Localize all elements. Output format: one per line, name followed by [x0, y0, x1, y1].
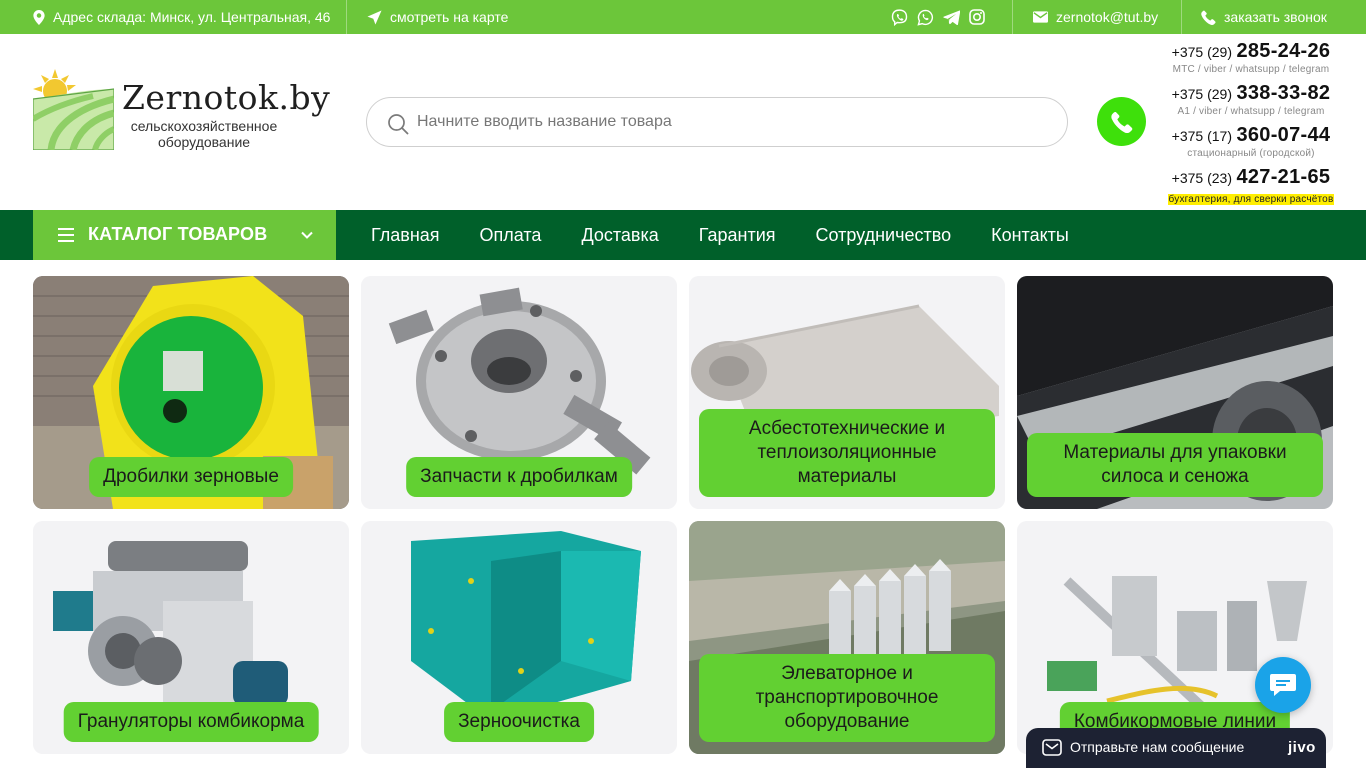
phone-prefix: +375 (23): [1171, 170, 1232, 186]
call-button[interactable]: [1097, 97, 1146, 146]
phone-number[interactable]: 427-21-65: [1236, 166, 1330, 188]
category-label: Элеваторное и транспортировочное оборудо…: [699, 654, 995, 742]
category-label: Запчасти к дробилкам: [406, 457, 632, 497]
category-card-feed-lines[interactable]: Комбикормовые линии: [1017, 521, 1333, 754]
nav-link-payment[interactable]: Оплата: [460, 210, 562, 260]
whatsapp-icon[interactable]: [916, 8, 934, 26]
email-link[interactable]: zernotok@tut.by: [1033, 0, 1158, 34]
category-card-asbestos-materials[interactable]: Асбестотехнические и теплоизоляционные м…: [689, 276, 1005, 509]
callback-label[interactable]: заказать звонок: [1224, 9, 1327, 25]
jivo-message[interactable]: Отправьте нам сообщение: [1070, 739, 1244, 755]
phone-accounting[interactable]: +375 (23) 427-21-65 бухгалтерия, для све…: [1160, 166, 1342, 207]
phone-number[interactable]: 285-24-26: [1236, 40, 1330, 62]
catalog-label: КАТАЛОГ ТОВАРОВ: [88, 224, 268, 244]
warehouse-address: Адрес склада: Минск, ул. Центральная, 46: [33, 0, 330, 34]
category-card-elevator-equipment[interactable]: Элеваторное и транспортировочное оборудо…: [689, 521, 1005, 754]
phone-landline[interactable]: +375 (17) 360-07-44 стационарный (городс…: [1160, 124, 1342, 159]
phone-prefix: +375 (29): [1171, 44, 1232, 60]
phone-prefix: +375 (29): [1171, 86, 1232, 102]
category-label: Дробилки зерновые: [89, 457, 293, 497]
nav-link-contacts[interactable]: Контакты: [971, 210, 1089, 260]
nav-link-delivery[interactable]: Доставка: [561, 210, 678, 260]
phone-number[interactable]: 338-33-82: [1236, 82, 1330, 104]
email-text[interactable]: zernotok@tut.by: [1056, 9, 1158, 25]
nav-links: Главная Оплата Доставка Гарантия Сотрудн…: [351, 210, 1089, 260]
address-text: Адрес склада: Минск, ул. Центральная, 46: [53, 9, 331, 25]
jivo-chat-bar[interactable]: Отправьте нам сообщение jivo: [1026, 728, 1326, 768]
category-label: Грануляторы комбикорма: [63, 702, 319, 742]
search-icon[interactable]: [387, 113, 409, 135]
catalog-button[interactable]: КАТАЛОГ ТОВАРОВ: [33, 210, 336, 260]
telegram-icon[interactable]: [942, 8, 960, 26]
envelope-icon: [1033, 11, 1048, 23]
phone-icon: [1201, 10, 1216, 25]
menu-icon: [58, 228, 74, 242]
phone-icon: [1110, 111, 1132, 133]
callback-link[interactable]: заказать звонок: [1201, 0, 1327, 34]
nav-link-cooperation[interactable]: Сотрудничество: [796, 210, 972, 260]
search-box: [366, 97, 1068, 147]
chat-open-button[interactable]: [1255, 657, 1311, 713]
phone-a1[interactable]: +375 (29) 338-33-82 A1 / viber / whatsup…: [1160, 82, 1342, 117]
topbar-divider: [1012, 0, 1013, 34]
search-input[interactable]: [417, 98, 1047, 146]
category-card-feed-granulators[interactable]: Грануляторы комбикорма: [33, 521, 349, 754]
phone-prefix: +375 (17): [1171, 128, 1232, 144]
jivo-logo: jivo: [1288, 739, 1316, 756]
category-card-grain-cleaning[interactable]: Зерноочистка: [361, 521, 677, 754]
category-card-silage-packaging[interactable]: Материалы для упаковки силоса и сеножа: [1017, 276, 1333, 509]
viber-icon[interactable]: [890, 8, 908, 26]
nav-link-warranty[interactable]: Гарантия: [679, 210, 796, 260]
chevron-down-icon: [301, 231, 313, 239]
top-bar: Адрес склада: Минск, ул. Центральная, 46…: [0, 0, 1366, 34]
topbar-divider: [346, 0, 347, 34]
category-label: Зерноочистка: [444, 702, 594, 742]
phone-mts[interactable]: +375 (29) 285-24-26 МТС / viber / whatsu…: [1160, 40, 1342, 75]
navigation-arrow-icon: [367, 9, 382, 25]
nav-link-home[interactable]: Главная: [351, 210, 460, 260]
envelope-icon: [1042, 739, 1062, 756]
category-label: Асбестотехнические и теплоизоляционные м…: [699, 409, 995, 497]
map-link-label[interactable]: смотреть на карте: [390, 9, 508, 25]
phone-note-highlight: бухгалтерия, для сверки расчётов: [1167, 194, 1335, 205]
location-pin-icon: [33, 9, 45, 25]
logo-field-sun-icon: [33, 69, 114, 150]
category-label: Материалы для упаковки силоса и сеножа: [1027, 433, 1323, 497]
topbar-divider: [1181, 0, 1182, 34]
social-links: [890, 0, 986, 34]
main-nav: КАТАЛОГ ТОВАРОВ Главная Оплата Доставка …: [0, 210, 1366, 260]
category-card-grain-crushers[interactable]: Дробилки зерновые: [33, 276, 349, 509]
chat-bubble-icon: [1270, 674, 1296, 696]
brand-name: Zernotok.by: [122, 78, 331, 117]
phone-note: МТС / viber / whatsupp / telegram: [1172, 64, 1330, 75]
phone-number[interactable]: 360-07-44: [1236, 124, 1330, 146]
instagram-icon[interactable]: [968, 8, 986, 26]
phone-note: A1 / viber / whatsupp / telegram: [1177, 106, 1325, 117]
category-card-crusher-parts[interactable]: Запчасти к дробилкам: [361, 276, 677, 509]
phone-note: стационарный (городской): [1187, 148, 1315, 159]
brand-tagline: сельскохозяйственное оборудование: [130, 118, 278, 150]
map-link[interactable]: смотреть на карте: [367, 0, 508, 34]
